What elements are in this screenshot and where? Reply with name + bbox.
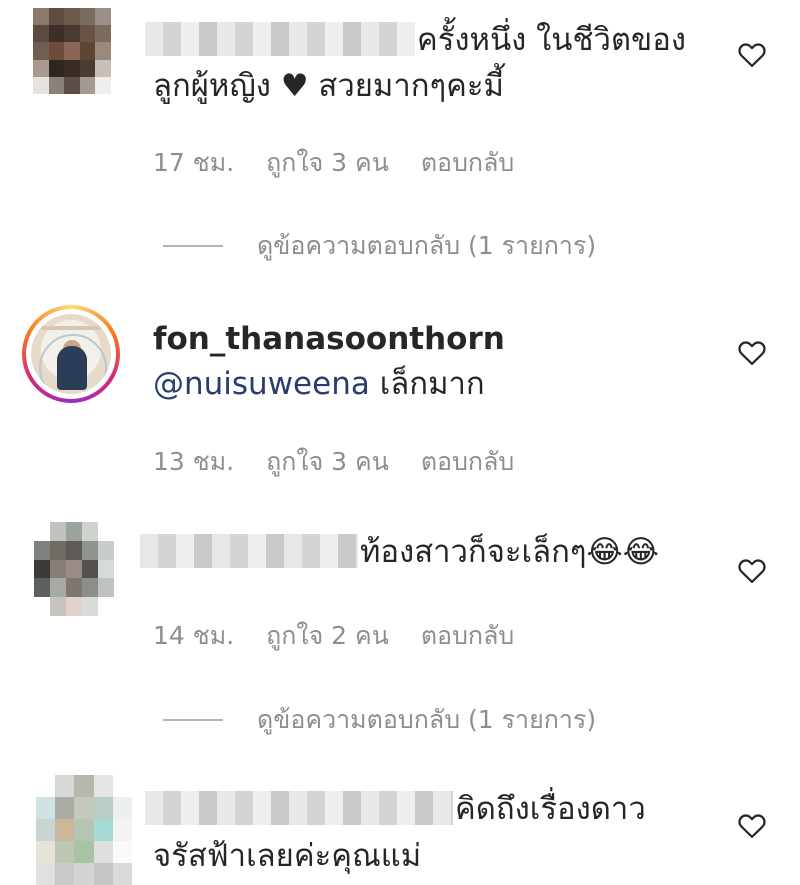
mention-link[interactable]: @nuisuweena (153, 366, 370, 402)
reply-button[interactable]: ตอบกลับ (421, 148, 514, 177)
comment-meta: 14 ชม. ถูกใจ 2 คน ตอบกลับ (153, 616, 538, 656)
avatar (31, 314, 111, 394)
view-replies-button[interactable]: ดูข้อความตอบกลับ (1 รายการ) (163, 700, 596, 740)
comment-text-line-1: @nuisuweena เล็กมาก (153, 362, 485, 406)
divider-line (163, 719, 223, 721)
comment-text-line-1: ครั้งหนึ่ง ในชีวิตของ (145, 18, 686, 62)
heart-outline-icon[interactable] (737, 556, 767, 584)
blurred-username (145, 21, 415, 56)
comment-text-line-2: จรัสฟ้าเลยค่ะคุณแม่ (153, 838, 422, 874)
comment-text: เล็กมาก (369, 366, 485, 402)
comment-text: คิดถึงเรื่องดาว (455, 791, 646, 827)
avatar[interactable] (33, 8, 111, 94)
comment-text: ท้องสาวก็จะเล็กๆ😂😂 (360, 534, 659, 570)
reply-button[interactable]: ตอบกลับ (421, 621, 514, 650)
heart-outline-icon[interactable] (737, 811, 767, 839)
username[interactable]: fon_thanasoonthorn (153, 317, 505, 361)
avatar[interactable] (34, 522, 114, 616)
comment-text-line-1: คิดถึงเรื่องดาว (145, 787, 646, 831)
comment-meta: 17 ชม. ถูกใจ 3 คน ตอบกลับ (153, 143, 538, 183)
timestamp: 17 ชม. (153, 148, 235, 177)
blurred-username (140, 533, 358, 568)
comment-text-line-1: ท้องสาวก็จะเล็กๆ😂😂 (140, 530, 659, 574)
view-replies-label: ดูข้อความตอบกลับ (1 รายการ) (257, 705, 597, 734)
timestamp: 14 ชม. (153, 621, 235, 650)
comment-text: ครั้งหนึ่ง ในชีวิตของ (417, 22, 686, 58)
likes-count[interactable]: ถูกใจ 3 คน (266, 447, 389, 476)
divider-line (163, 245, 223, 247)
view-replies-button[interactable]: ดูข้อความตอบกลับ (1 รายการ) (163, 226, 596, 266)
heart-outline-icon[interactable] (737, 338, 767, 366)
view-replies-label: ดูข้อความตอบกลับ (1 รายการ) (257, 231, 597, 260)
avatar[interactable] (36, 775, 132, 885)
timestamp: 13 ชม. (153, 447, 235, 476)
heart-outline-icon[interactable] (737, 40, 767, 68)
comment-meta: 13 ชม. ถูกใจ 3 คน ตอบกลับ (153, 442, 538, 482)
avatar-story-ring[interactable] (22, 305, 120, 403)
blurred-username (145, 790, 453, 825)
likes-count[interactable]: ถูกใจ 3 คน (266, 148, 389, 177)
comment-text-line-2: ลูกผู้หญิง ♥ สวยมากๆคะมี้ (153, 68, 504, 104)
reply-button[interactable]: ตอบกลับ (421, 447, 514, 476)
likes-count[interactable]: ถูกใจ 2 คน (266, 621, 389, 650)
